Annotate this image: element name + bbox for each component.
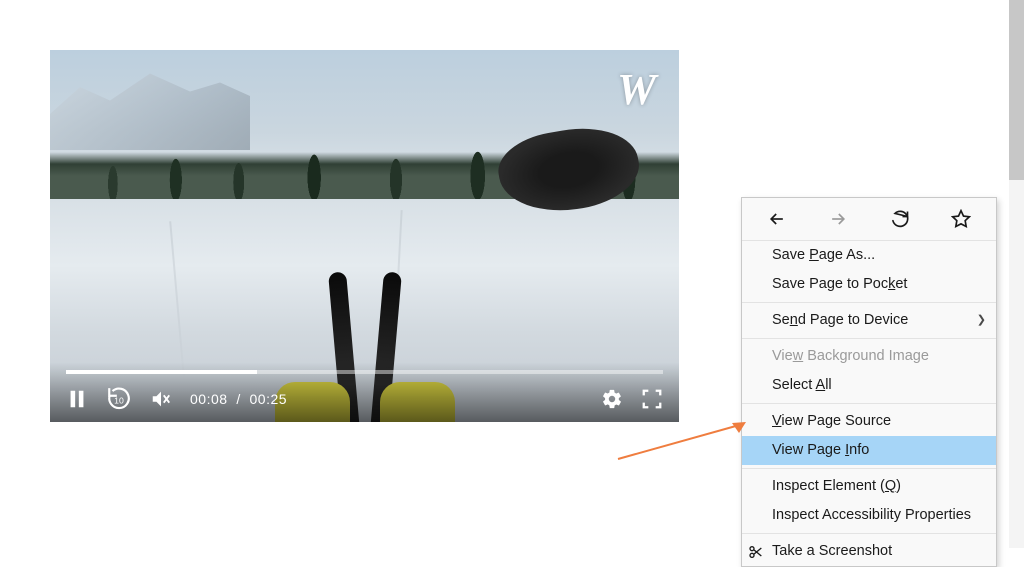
chevron-right-icon: ❯ — [977, 310, 986, 331]
svg-text:10: 10 — [114, 395, 124, 405]
page-scrollbar[interactable] — [1009, 0, 1024, 548]
menu-label: View Page Info — [772, 440, 869, 461]
progress-bar[interactable] — [66, 370, 663, 374]
settings-button[interactable] — [601, 388, 623, 410]
replay-10-button[interactable]: 10 — [106, 386, 132, 412]
menu-view-page-info[interactable]: View Page Info — [742, 436, 996, 465]
menu-view-bg-image: View Background Image — [742, 342, 996, 371]
menu-separator — [742, 338, 996, 339]
fullscreen-button[interactable] — [641, 388, 663, 410]
menu-separator — [742, 468, 996, 469]
video-player[interactable]: W 10 00 — [50, 50, 679, 422]
menu-label: View Background Image — [772, 346, 929, 367]
current-time: 00:08 — [190, 391, 228, 407]
menu-inspect-element[interactable]: Inspect Element (Q) — [742, 472, 996, 501]
menu-label: Inspect Element (Q) — [772, 476, 901, 497]
menu-label: Select All — [772, 375, 832, 396]
mute-button[interactable] — [150, 388, 172, 410]
menu-separator — [742, 533, 996, 534]
scrollbar-thumb[interactable] — [1009, 0, 1024, 180]
annotation-arrow — [618, 419, 758, 459]
menu-label: Inspect Accessibility Properties — [772, 505, 971, 526]
menu-save-to-pocket[interactable]: Save Page to Pocket — [742, 270, 996, 299]
nav-bookmark-button[interactable] — [944, 206, 978, 232]
duration: 00:25 — [250, 391, 288, 407]
nav-back-button[interactable] — [760, 206, 794, 232]
menu-view-source[interactable]: View Page Source — [742, 407, 996, 436]
nav-forward-button[interactable] — [821, 206, 855, 232]
context-menu: Save Page As... Save Page to Pocket Send… — [741, 197, 997, 567]
menu-label: Save Page to Pocket — [772, 274, 907, 295]
pause-button[interactable] — [66, 388, 88, 410]
menu-take-screenshot[interactable]: Take a Screenshot — [742, 537, 996, 566]
menu-select-all[interactable]: Select All — [742, 371, 996, 400]
context-menu-nav — [742, 198, 996, 241]
menu-separator — [742, 302, 996, 303]
menu-label: View Page Source — [772, 411, 891, 432]
nav-reload-button[interactable] — [883, 206, 917, 232]
menu-label: Take a Screenshot — [772, 541, 892, 562]
video-watermark: W — [617, 68, 661, 112]
menu-label: Send Page to Device — [772, 310, 908, 331]
menu-label: Save Page As... — [772, 245, 875, 266]
progress-fill — [66, 370, 257, 374]
menu-save-page-as[interactable]: Save Page As... — [742, 241, 996, 270]
time-display: 00:08 / 00:25 — [190, 391, 287, 407]
menu-separator — [742, 403, 996, 404]
video-controls: 10 00:08 / 00:25 — [50, 362, 679, 422]
scissors-icon — [748, 544, 764, 560]
menu-send-to-device[interactable]: Send Page to Device ❯ — [742, 306, 996, 335]
menu-inspect-accessibility[interactable]: Inspect Accessibility Properties — [742, 501, 996, 530]
